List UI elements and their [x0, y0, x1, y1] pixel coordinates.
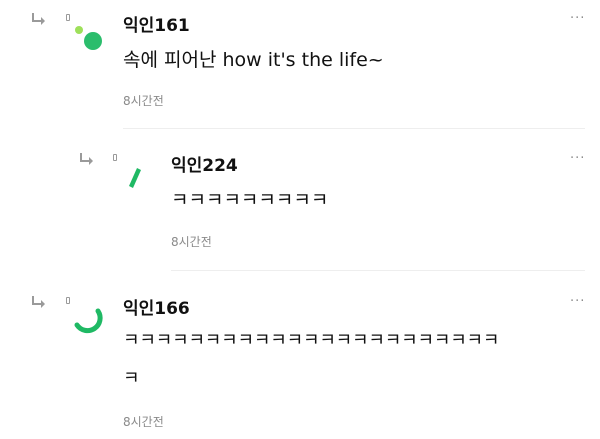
small-badge-icon [66, 14, 70, 21]
nickname[interactable]: 익인166 [123, 294, 190, 319]
nickname[interactable]: 익인224 [171, 151, 238, 176]
more-icon[interactable]: ··· [570, 295, 585, 308]
avatar [75, 26, 102, 50]
reply-arrow-icon [80, 153, 93, 165]
comment-item: 익인161 ··· 속에 피어난 how it's the life~ 8시간전 [0, 0, 600, 130]
divider [171, 270, 585, 271]
comment-item: 익인166 ··· ㅋㅋㅋㅋㅋㅋㅋㅋㅋㅋㅋㅋㅋㅋㅋㅋㅋㅋㅋㅋㅋㅋㅋ ㅋ 8시간전 [0, 283, 600, 439]
more-icon[interactable]: ··· [570, 12, 585, 25]
reply-arrow-icon [32, 13, 45, 25]
comment-text: ㅋㅋㅋㅋㅋㅋㅋㅋㅋ [171, 189, 329, 211]
timestamp: 8시간전 [123, 415, 164, 429]
comment-item: 익인224 ··· ㅋㅋㅋㅋㅋㅋㅋㅋㅋ 8시간전 [0, 140, 600, 272]
comment-text-line-2: ㅋ [123, 368, 140, 389]
timestamp: 8시간전 [123, 94, 164, 108]
small-badge-icon [113, 154, 117, 161]
small-badge-icon [66, 297, 70, 304]
divider [123, 128, 585, 129]
more-icon[interactable]: ··· [570, 152, 585, 165]
timestamp: 8시간전 [171, 235, 212, 249]
avatar [74, 308, 103, 334]
comment-text: 속에 피어난 how it's the life~ [123, 49, 384, 71]
comment-text-line-1: ㅋㅋㅋㅋㅋㅋㅋㅋㅋㅋㅋㅋㅋㅋㅋㅋㅋㅋㅋㅋㅋㅋㅋ [123, 330, 500, 351]
avatar [129, 168, 141, 188]
nickname[interactable]: 익인161 [123, 11, 190, 36]
reply-arrow-icon [32, 296, 45, 308]
